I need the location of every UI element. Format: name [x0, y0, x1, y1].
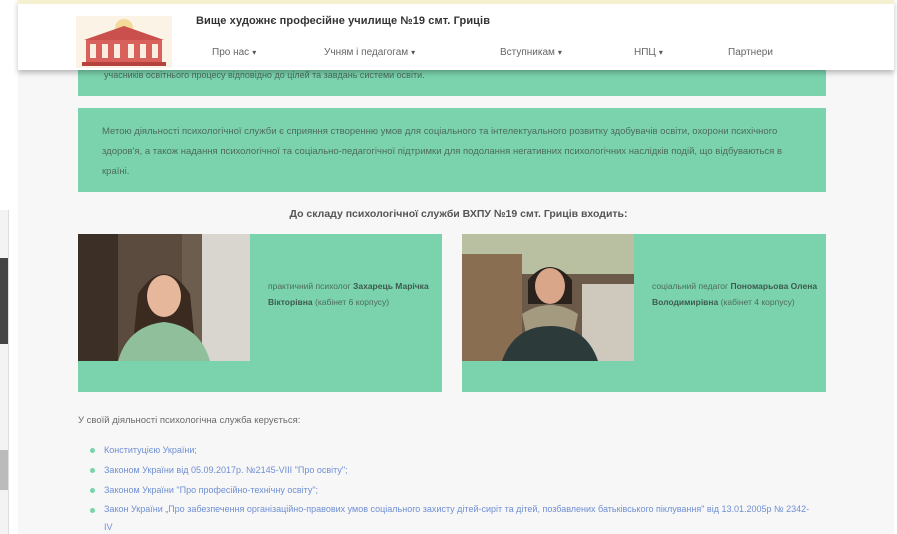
laws-list: Конституцією України; Законом України ві…: [90, 440, 810, 534]
staff-card-psychologist: практичний психолог Захарець Марічка Вік…: [78, 234, 442, 392]
caret-down-icon: ▾: [411, 48, 416, 57]
nav-item-npc[interactable]: НПЦ ▾: [634, 47, 663, 58]
law-link-constitution[interactable]: Конституцією України;: [90, 440, 810, 460]
social-teacher-photo: [462, 234, 634, 361]
staff-heading: До складу психологічної служби ВХПУ №19 …: [289, 208, 628, 220]
staff-card-social-teacher: соціальний педагог Пономарьова Олена Вол…: [462, 234, 826, 392]
nav-item-label: НПЦ: [634, 47, 656, 58]
nav-item-about[interactable]: Про нас ▾: [212, 47, 256, 58]
goal-box: Метою діяльності психологічної служби є …: [78, 108, 826, 192]
goal-top-text: учасників освітнього процесу відповідно …: [104, 70, 425, 80]
nav-item-label: Партнери: [728, 47, 773, 58]
caret-down-icon: ▾: [557, 48, 562, 57]
nav-item-label: Вступникам: [500, 47, 555, 58]
nav-item-students-teachers[interactable]: Учням і педагогам ▾: [324, 47, 415, 58]
left-edge-scroll-strip: [0, 450, 8, 490]
social-teacher-caption: соціальний педагог Пономарьова Олена Вол…: [652, 278, 820, 310]
nav-item-applicants[interactable]: Вступникам ▾: [500, 47, 562, 58]
law-link-vocational-education[interactable]: Законом України "Про професійно-технічну…: [90, 480, 810, 500]
nav-item-label: Учням і педагогам: [324, 47, 409, 58]
law-link-education[interactable]: Законом України від 05.09.2017р. №2145-V…: [90, 460, 810, 480]
nav-item-label: Про нас: [212, 47, 250, 58]
caret-down-icon: ▾: [252, 48, 257, 57]
staff-room: (кабінет 4 корпусу): [720, 297, 795, 307]
staff-role: практичний психолог: [268, 281, 351, 291]
nav-item-partners[interactable]: Партнери: [728, 47, 773, 58]
caret-down-icon: ▾: [658, 48, 663, 57]
staff-role: соціальний педагог: [652, 281, 729, 291]
site-title[interactable]: Вище художнє професійне училище №19 смт.…: [196, 15, 490, 27]
site-header: Вище художнє професійне училище №19 смт.…: [18, 0, 894, 70]
left-edge-dark-strip: [0, 258, 8, 344]
main-nav: Про нас ▾ Учням і педагогам ▾ Вступникам ▾ …: [18, 42, 894, 66]
laws-intro: У своїй діяльності психологічна служба к…: [78, 415, 301, 426]
psychologist-caption: практичний психолог Захарець Марічка Вік…: [268, 278, 436, 310]
staff-room: (кабінет 6 корпусу): [315, 297, 390, 307]
law-link-orphans-protection[interactable]: Закон України „Про забезпечення організа…: [90, 500, 810, 534]
goal-text: Метою діяльності психологічної служби є …: [102, 126, 783, 177]
left-window-edge: [0, 210, 9, 534]
psychologist-photo: [78, 234, 250, 361]
